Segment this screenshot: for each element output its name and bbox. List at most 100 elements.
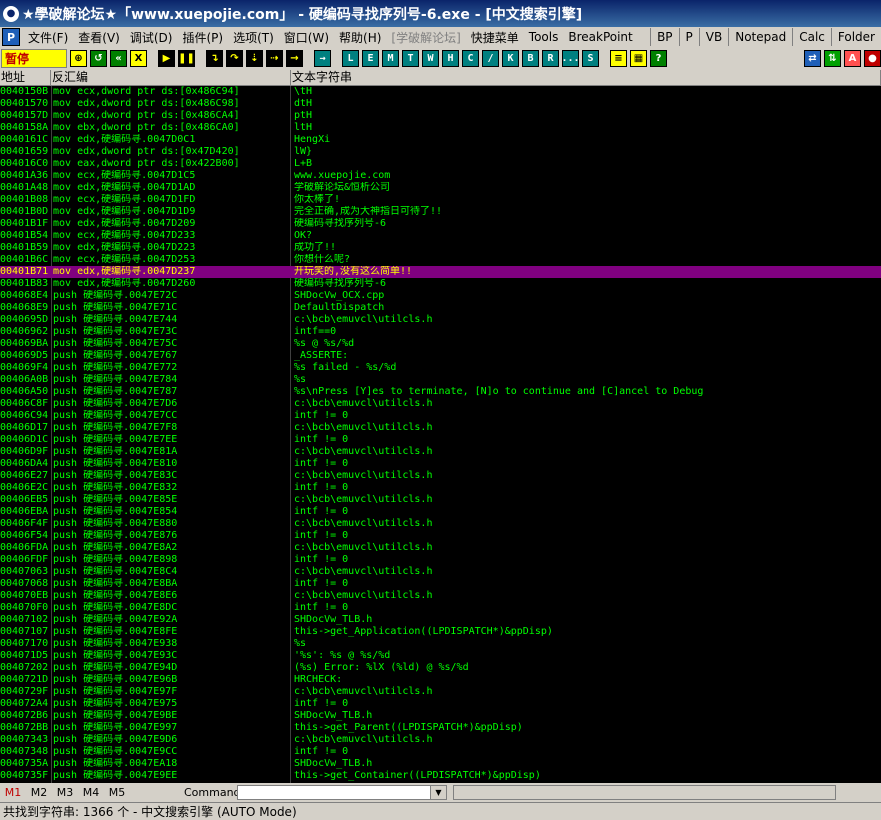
menu-help[interactable]: 帮助(H) (334, 29, 386, 46)
table-row[interactable]: 00407107 push 硬编码寻.0047E8FE this->get_Appl… (0, 626, 881, 638)
command-input[interactable]: ▼ (237, 785, 447, 800)
quick-folder-button[interactable]: Folder (830, 28, 881, 46)
menu-file[interactable]: 文件(F) (23, 29, 73, 46)
table-row[interactable]: 00407202 push 硬编码寻.0047E94D (%s) Error: %l… (0, 662, 881, 674)
table-row[interactable]: 00401B59 mov edx,硬编码寻.0047D223 成功了!! (0, 242, 881, 254)
table-row[interactable]: 00401A48 mov edx,硬编码寻.0047D1AD 学破解论坛&恒析公司 (0, 182, 881, 194)
table-row[interactable]: 00406D17 push 硬编码寻.0047E7F8 c:\bcb\emuvcl\… (0, 422, 881, 434)
run-icon[interactable]: ▶ (158, 50, 175, 67)
pause-icon[interactable]: ❚❚ (178, 50, 195, 67)
table-row[interactable]: 0040735A push 硬编码寻.0047EA18 SHDocVw_TLB.h (0, 758, 881, 770)
table-row[interactable]: 00401B54 mov ecx,硬编码寻.0047D233 OK? (0, 230, 881, 242)
table-row[interactable]: 00407343 push 硬编码寻.0047E9D6 c:\bcb\emuvcl\… (0, 734, 881, 746)
table-row[interactable]: 004068E4 push 硬编码寻.0047E72C SHDocVw_OCX.cp… (0, 290, 881, 302)
table-row[interactable]: 00406E27 push 硬编码寻.0047E83C c:\bcb\emuvcl\… (0, 470, 881, 482)
window-breakpoints-button[interactable]: B (522, 50, 539, 67)
close-icon[interactable]: X (130, 50, 147, 67)
table-row[interactable]: 00401B6C mov ecx,硬编码寻.0047D253 你想什么呢? (0, 254, 881, 266)
table-row[interactable]: 00406F54 push 硬编码寻.0047E876 intf != 0 (0, 530, 881, 542)
table-row[interactable]: 00406DA4 push 硬编码寻.0047E810 intf != 0 (0, 458, 881, 470)
quick-calc-button[interactable]: Calc (792, 28, 831, 46)
window-handles-button[interactable]: H (442, 50, 459, 67)
open-icon[interactable]: ⊕ (70, 50, 87, 67)
memory-tab-m5[interactable]: M5 (104, 786, 130, 799)
p-button[interactable]: P (2, 28, 20, 46)
app-icon[interactable]: ● (3, 5, 19, 22)
table-row[interactable]: 004069D5 push 硬编码寻.0047E767 _ASSERTE: (0, 350, 881, 362)
table-row[interactable]: 004071D5 push 硬编码寻.0047E93C '%s': %s @ %s/… (0, 650, 881, 662)
grid-icon[interactable]: ▦ (630, 50, 647, 67)
step-into-icon[interactable]: ↴ (206, 50, 223, 67)
table-row[interactable]: 00406F4F push 硬编码寻.0047E880 c:\bcb\emuvcl\… (0, 518, 881, 530)
window-threads-button[interactable]: T (402, 50, 419, 67)
table-row[interactable]: 0040157D mov edx,dword ptr ds:[0x486CA4] p… (0, 110, 881, 122)
table-row[interactable]: 00406962 push 硬编码寻.0047E73C intf==0 (0, 326, 881, 338)
table-row[interactable]: 00401A36 mov ecx,硬编码寻.0047D1C5 www.xuepoji… (0, 170, 881, 182)
table-row[interactable]: 004070F0 push 硬编码寻.0047E8DC intf != 0 (0, 602, 881, 614)
window-patches-button[interactable]: / (482, 50, 499, 67)
quick-p-button[interactable]: P (678, 28, 699, 46)
table-row[interactable]: 00407102 push 硬编码寻.0047E92A SHDocVw_TLB.h (0, 614, 881, 626)
window-callstack-button[interactable]: K (502, 50, 519, 67)
table-row[interactable]: 00406EBA push 硬编码寻.0047E854 intf != 0 (0, 506, 881, 518)
menu-plugins[interactable]: 插件(P) (177, 29, 228, 46)
stop-icon[interactable]: ● (864, 50, 881, 67)
table-row[interactable]: 00401570 mov edx,dword ptr ds:[0x486C98] d… (0, 98, 881, 110)
memory-tab-m3[interactable]: M3 (52, 786, 78, 799)
table-row[interactable]: 004069BA push 硬编码寻.0047E75C %s @ %s/%d (0, 338, 881, 350)
table-row[interactable]: 0040695D push 硬编码寻.0047E744 c:\bcb\emuvcl\… (0, 314, 881, 326)
window-references-button[interactable]: R (542, 50, 559, 67)
memory-tab-m1[interactable]: M1 (0, 786, 26, 799)
table-row[interactable]: 0040721D push 硬编码寻.0047E96B HRCHECK: (0, 674, 881, 686)
menu-breakpoint[interactable]: BreakPoint (563, 30, 637, 44)
quick-notepad-button[interactable]: Notepad (728, 28, 792, 46)
table-row[interactable]: 0040158A mov ebx,dword ptr ds:[0x486CA0] l… (0, 122, 881, 134)
sort-icon[interactable]: ⇅ (824, 50, 841, 67)
quick-bp-button[interactable]: BP (650, 28, 678, 46)
table-row[interactable]: 00406A0B push 硬编码寻.0047E784 %s (0, 374, 881, 386)
table-row[interactable]: 00407063 push 硬编码寻.0047E8C4 c:\bcb\emuvcl\… (0, 566, 881, 578)
window-windows-button[interactable]: W (422, 50, 439, 67)
menu-options[interactable]: 选项(T) (228, 29, 279, 46)
window-runtrace-button[interactable]: ... (561, 50, 580, 67)
table-row[interactable]: 0040161C mov edx,硬编码寻.0047D0C1 HengXi (0, 134, 881, 146)
menu-tools[interactable]: Tools (524, 30, 564, 44)
refresh-icon[interactable]: ⇄ (804, 50, 821, 67)
table-row[interactable]: 00401B1F mov edx,硬编码寻.0047D209 硬编码寻找序列号-6 (0, 218, 881, 230)
chevron-down-icon[interactable]: ▼ (430, 786, 446, 799)
table-row[interactable]: 00406FDA push 硬编码寻.0047E8A2 c:\bcb\emuvcl\… (0, 542, 881, 554)
window-cpu-button[interactable]: C (462, 50, 479, 67)
list-icon[interactable]: ≡ (610, 50, 627, 67)
table-row[interactable]: 004016C0 mov eax,dword ptr ds:[0x422B00] L… (0, 158, 881, 170)
table-row[interactable]: 00406C94 push 硬编码寻.0047E7CC intf != 0 (0, 410, 881, 422)
memory-tab-m4[interactable]: M4 (78, 786, 104, 799)
menu-window[interactable]: 窗口(W) (279, 29, 334, 46)
menu-quick[interactable]: 快捷菜单 (466, 29, 524, 46)
font-icon[interactable]: A (844, 50, 861, 67)
table-row[interactable]: 00407348 push 硬编码寻.0047E9CC intf != 0 (0, 746, 881, 758)
table-row[interactable]: 004070EB push 硬编码寻.0047E8E6 c:\bcb\emuvcl\… (0, 590, 881, 602)
table-row[interactable]: 00407170 push 硬编码寻.0047E938 %s (0, 638, 881, 650)
table-row[interactable]: 00401B83 mov edx,硬编码寻.0047D260 硬编码寻找序列号-6 (0, 278, 881, 290)
table-row[interactable]: 00407068 push 硬编码寻.0047E8BA intf != 0 (0, 578, 881, 590)
memory-tab-m2[interactable]: M2 (26, 786, 52, 799)
help-icon[interactable]: ? (650, 50, 667, 67)
table-row[interactable]: 00406EB5 push 硬编码寻.0047E85E c:\bcb\emuvcl\… (0, 494, 881, 506)
table-row[interactable]: 004072B6 push 硬编码寻.0047E9BE SHDocVw_TLB.h (0, 710, 881, 722)
table-row[interactable]: 0040729F push 硬编码寻.0047E97F c:\bcb\emuvcl\… (0, 686, 881, 698)
table-row[interactable]: 00406E2C push 硬编码寻.0047E832 intf != 0 (0, 482, 881, 494)
window-modules-button[interactable]: E (362, 50, 379, 67)
menu-debug[interactable]: 调试(D) (125, 29, 178, 46)
menu-view[interactable]: 查看(V) (73, 29, 125, 46)
trace-over-icon[interactable]: ⇢ (266, 50, 283, 67)
table-row[interactable]: 004068E9 push 硬编码寻.0047E71C DefaultDispatc… (0, 302, 881, 314)
column-disasm[interactable]: 反汇编 (51, 70, 291, 86)
quick-vb-button[interactable]: VB (698, 28, 728, 46)
table-row[interactable]: 004072A4 push 硬编码寻.0047E975 intf != 0 (0, 698, 881, 710)
column-address[interactable]: 地址 (0, 70, 51, 86)
string-listing[interactable]: 0040150B mov ecx,dword ptr ds:[0x486C94] \… (0, 86, 881, 783)
table-row[interactable]: 004069F4 push 硬编码寻.0047E772 %s failed - %s… (0, 362, 881, 374)
restart-icon[interactable]: ↺ (90, 50, 107, 67)
window-memory-button[interactable]: M (382, 50, 399, 67)
execute-till-return-icon[interactable]: → (286, 50, 303, 67)
